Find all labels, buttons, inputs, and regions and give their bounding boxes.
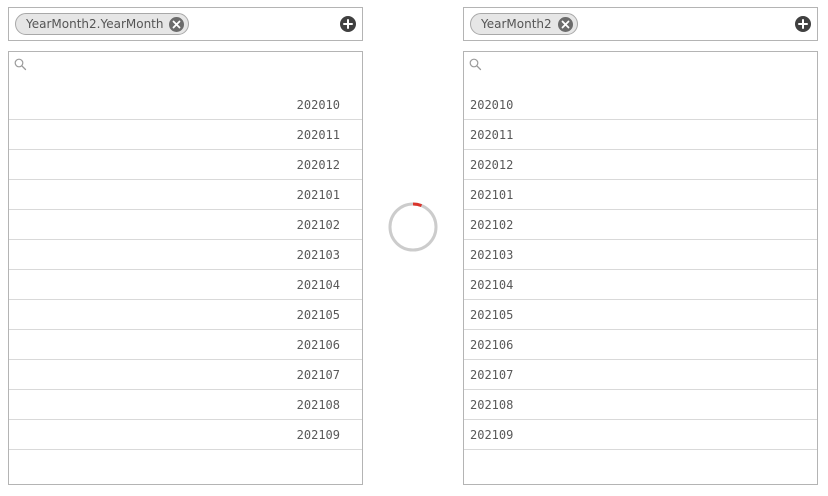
search-icon (469, 58, 482, 71)
list-item[interactable]: 202107 (464, 360, 817, 390)
list-item[interactable]: 202106 (9, 330, 362, 360)
left-value-list: 202010 202011 202012 202101 202102 20210… (9, 90, 362, 450)
list-item[interactable]: 202101 (9, 180, 362, 210)
list-item[interactable]: 202102 (9, 210, 362, 240)
list-item[interactable]: 202109 (464, 420, 817, 450)
left-add-button[interactable] (340, 16, 356, 32)
close-circle-icon[interactable] (169, 16, 185, 32)
list-item[interactable]: 202103 (9, 240, 362, 270)
right-search-row (464, 52, 817, 82)
left-list-box[interactable]: 202010 202011 202012 202101 202102 20210… (8, 51, 363, 485)
close-icon (173, 20, 181, 28)
list-item[interactable]: 202103 (464, 240, 817, 270)
list-item[interactable]: 202102 (464, 210, 817, 240)
list-item[interactable]: 202011 (9, 120, 362, 150)
search-icon (14, 58, 27, 71)
plus-circle-icon (343, 19, 353, 29)
right-panel: YearMonth2 202010 202011 202012 202101 2… (463, 7, 818, 485)
list-item[interactable]: 202010 (464, 90, 817, 120)
left-search-input[interactable] (31, 56, 355, 78)
right-search-input[interactable] (486, 56, 810, 78)
list-item[interactable]: 202010 (9, 90, 362, 120)
list-item[interactable]: 202105 (9, 300, 362, 330)
left-panel: YearMonth2.YearMonth 202010 202011 20201… (8, 7, 363, 485)
right-list-box[interactable]: 202010 202011 202012 202101 202102 20210… (463, 51, 818, 485)
app-root: YearMonth2.YearMonth 202010 202011 20201… (0, 0, 828, 496)
left-filter-bar: YearMonth2.YearMonth (8, 7, 363, 41)
list-item[interactable]: 202104 (464, 270, 817, 300)
list-item[interactable]: 202109 (9, 420, 362, 450)
left-filter-chip[interactable]: YearMonth2.YearMonth (15, 13, 190, 35)
list-item[interactable]: 202105 (464, 300, 817, 330)
list-item[interactable]: 202104 (9, 270, 362, 300)
plus-circle-icon (798, 19, 808, 29)
left-search-row (9, 52, 362, 82)
list-item[interactable]: 202012 (9, 150, 362, 180)
list-item[interactable]: 202107 (9, 360, 362, 390)
loading-spinner-icon (388, 202, 438, 252)
list-item[interactable]: 202108 (464, 390, 817, 420)
close-icon (561, 20, 570, 28)
right-value-list: 202010 202011 202012 202101 202102 20210… (464, 90, 817, 450)
list-item[interactable]: 202106 (464, 330, 817, 360)
left-filter-chip-label: YearMonth2.YearMonth (26, 17, 164, 31)
list-item[interactable]: 202012 (464, 150, 817, 180)
list-item[interactable]: 202011 (464, 120, 817, 150)
right-filter-chip[interactable]: YearMonth2 (470, 13, 578, 35)
right-add-button[interactable] (795, 16, 811, 32)
list-item[interactable]: 202101 (464, 180, 817, 210)
right-filter-chip-label: YearMonth2 (481, 17, 552, 31)
right-filter-bar: YearMonth2 (463, 7, 818, 41)
list-item[interactable]: 202108 (9, 390, 362, 420)
close-circle-icon[interactable] (557, 16, 573, 32)
